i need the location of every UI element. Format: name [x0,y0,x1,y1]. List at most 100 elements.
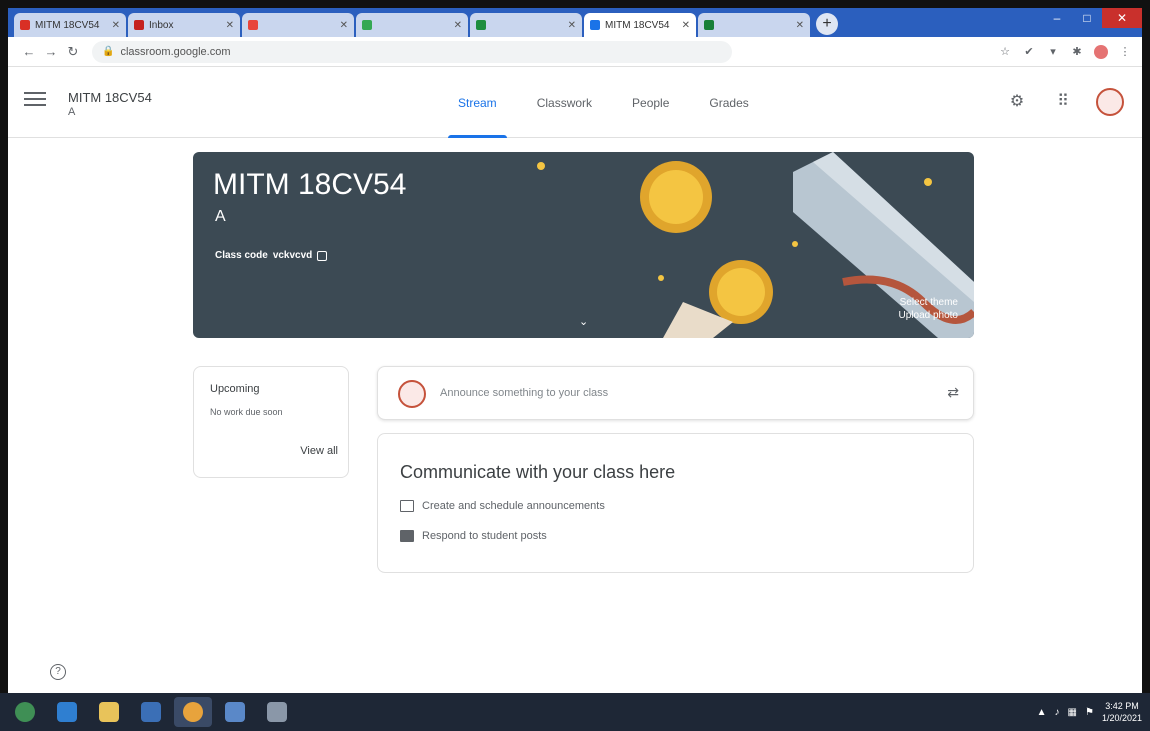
flag-icon[interactable]: ⚑ [1085,707,1094,718]
star-icon[interactable]: ☆ [998,45,1012,59]
tab-favicon-icon [590,20,600,30]
browser-tab[interactable]: ✕ [356,13,468,37]
taskbar-app[interactable] [174,697,212,727]
clock[interactable]: 3:42 PM 1/20/2021 [1102,700,1142,724]
announcement-icon [400,500,414,512]
browser-tab[interactable]: Inbox ✕ [128,13,240,37]
profile-icon[interactable] [1094,44,1108,59]
settings-gear-icon[interactable]: ⚙ [1004,89,1030,115]
announce-box[interactable]: Announce something to your class ⇄ [377,366,974,420]
reload-icon[interactable]: ↻ [62,44,84,60]
tab-label: MITM 18CV54 [35,19,100,31]
tab-people[interactable]: People [612,68,689,138]
class-nav-tabs: Stream Classwork People Grades [438,68,769,138]
clock-date: 1/20/2021 [1101,713,1142,723]
tab-close-icon[interactable]: ✕ [112,20,120,31]
browser-tab[interactable]: ✕ [242,13,354,37]
new-tab-button[interactable]: + [816,13,838,35]
taskbar-app[interactable] [90,697,128,727]
banner-section: A [215,208,226,225]
view-all-link[interactable]: View all [300,445,338,457]
announce-placeholder: Announce something to your class [440,387,609,399]
tab-close-icon[interactable]: ✕ [682,20,690,31]
start-button[interactable] [6,697,44,727]
internet-explorer-icon [57,702,77,722]
extension-icon[interactable]: ▾ [1046,45,1060,59]
banner-title: MITM 18CV54 [213,168,407,201]
reply-icon [400,530,414,542]
window-controls: – □ ✕ [1042,8,1142,28]
window-app-icon [225,702,245,722]
network-icon[interactable]: ▦ [1068,707,1077,718]
browser-tab-strip: MITM 18CV54 ✕ Inbox ✕ ✕ ✕ ✕ MITM 18CV54 ✕ ✕… [8,8,1142,37]
windows-logo-icon [15,702,35,722]
tab-stream[interactable]: Stream [438,68,517,138]
screen-frame: MITM 18CV54 ✕ Inbox ✕ ✕ ✕ ✕ MITM 18CV54 ✕ ✕… [0,0,1150,731]
tab-favicon-icon [704,20,714,30]
tab-close-icon[interactable]: ✕ [796,20,804,31]
tab-grades[interactable]: Grades [689,68,768,138]
tab-label: MITM 18CV54 [605,19,670,31]
classroom-header: MITM 18CV54 A Stream Classwork People Gr… [8,68,1142,138]
tray-arrow-icon[interactable]: ▲ [1037,707,1047,718]
tab-favicon-icon [248,20,258,30]
taskbar-app[interactable] [216,697,254,727]
browser-tab[interactable]: MITM 18CV54 ✕ [14,13,126,37]
folder-icon [99,702,119,722]
tab-close-icon[interactable]: ✕ [226,20,234,31]
communicate-item-label: Create and schedule announcements [422,500,605,512]
address-row: ← → ↻ 🔒 classroom.google.com ☆ ✔ ▾ ✱ ⋮ [8,37,1142,67]
class-section: A [68,106,76,118]
volume-icon[interactable]: ♪ [1055,707,1060,718]
tab-close-icon[interactable]: ✕ [340,20,348,31]
class-code: Class code vckvcvd [215,250,328,261]
header-actions: ⚙ ⠿ [1004,88,1124,116]
tab-favicon-icon [476,20,486,30]
taskbar-app[interactable] [132,697,170,727]
account-avatar[interactable] [1096,88,1124,116]
help-icon[interactable]: ? [50,664,66,680]
close-window-button[interactable]: ✕ [1102,8,1142,28]
communicate-item: Respond to student posts [400,530,547,542]
forward-arrow-icon[interactable]: → [40,44,62,59]
tab-favicon-icon [362,20,372,30]
system-tray: ▲ ♪ ▦ ⚑ 3:42 PM 1/20/2021 [1037,700,1150,724]
browser-tab-active[interactable]: MITM 18CV54 ✕ [584,13,696,37]
repost-icon[interactable]: ⇄ [947,384,959,401]
class-code-label: Class code [215,250,268,261]
communicate-item-label: Respond to student posts [422,530,547,542]
chrome-icon [183,702,203,722]
media-player-icon [141,702,161,722]
class-title[interactable]: MITM 18CV54 [68,90,152,105]
communicate-title: Communicate with your class here [400,462,676,482]
taskbar-app[interactable] [258,697,296,727]
communicate-card: Communicate with your class here Create … [377,433,974,573]
menu-icon[interactable] [24,92,46,108]
taskbar: ▲ ♪ ▦ ⚑ 3:42 PM 1/20/2021 [0,693,1150,731]
communicate-item: Create and schedule announcements [400,500,605,512]
maximize-button[interactable]: □ [1072,8,1102,28]
url-bar[interactable]: 🔒 classroom.google.com [92,40,732,63]
browser-tab[interactable]: ✕ [470,13,582,37]
expand-code-icon[interactable] [317,250,328,261]
taskbar-app[interactable] [48,697,86,727]
upcoming-card: Upcoming No work due soon View all [193,366,349,478]
url-text: classroom.google.com [120,45,231,58]
browser-tab[interactable]: ✕ [698,13,810,37]
tab-close-icon[interactable]: ✕ [568,20,576,31]
chevron-down-icon[interactable]: ⌄ [579,315,588,328]
apps-grid-icon[interactable]: ⠿ [1050,89,1076,115]
class-code-value[interactable]: vckvcvd [273,250,312,261]
puzzle-icon[interactable]: ✱ [1070,45,1084,59]
upload-photo-link[interactable]: Upload photo [899,309,959,322]
tab-close-icon[interactable]: ✕ [454,20,462,31]
tab-classwork[interactable]: Classwork [517,68,612,138]
select-theme-link[interactable]: Select theme [899,296,958,309]
more-icon[interactable]: ⋮ [1118,45,1132,59]
clock-time: 3:42 PM [1105,701,1139,711]
theme-actions: Select theme Upload photo [899,296,959,322]
tab-label: Inbox [149,19,174,31]
minimize-button[interactable]: – [1042,8,1072,28]
extension-icon[interactable]: ✔ [1022,45,1036,59]
back-arrow-icon[interactable]: ← [18,44,40,59]
